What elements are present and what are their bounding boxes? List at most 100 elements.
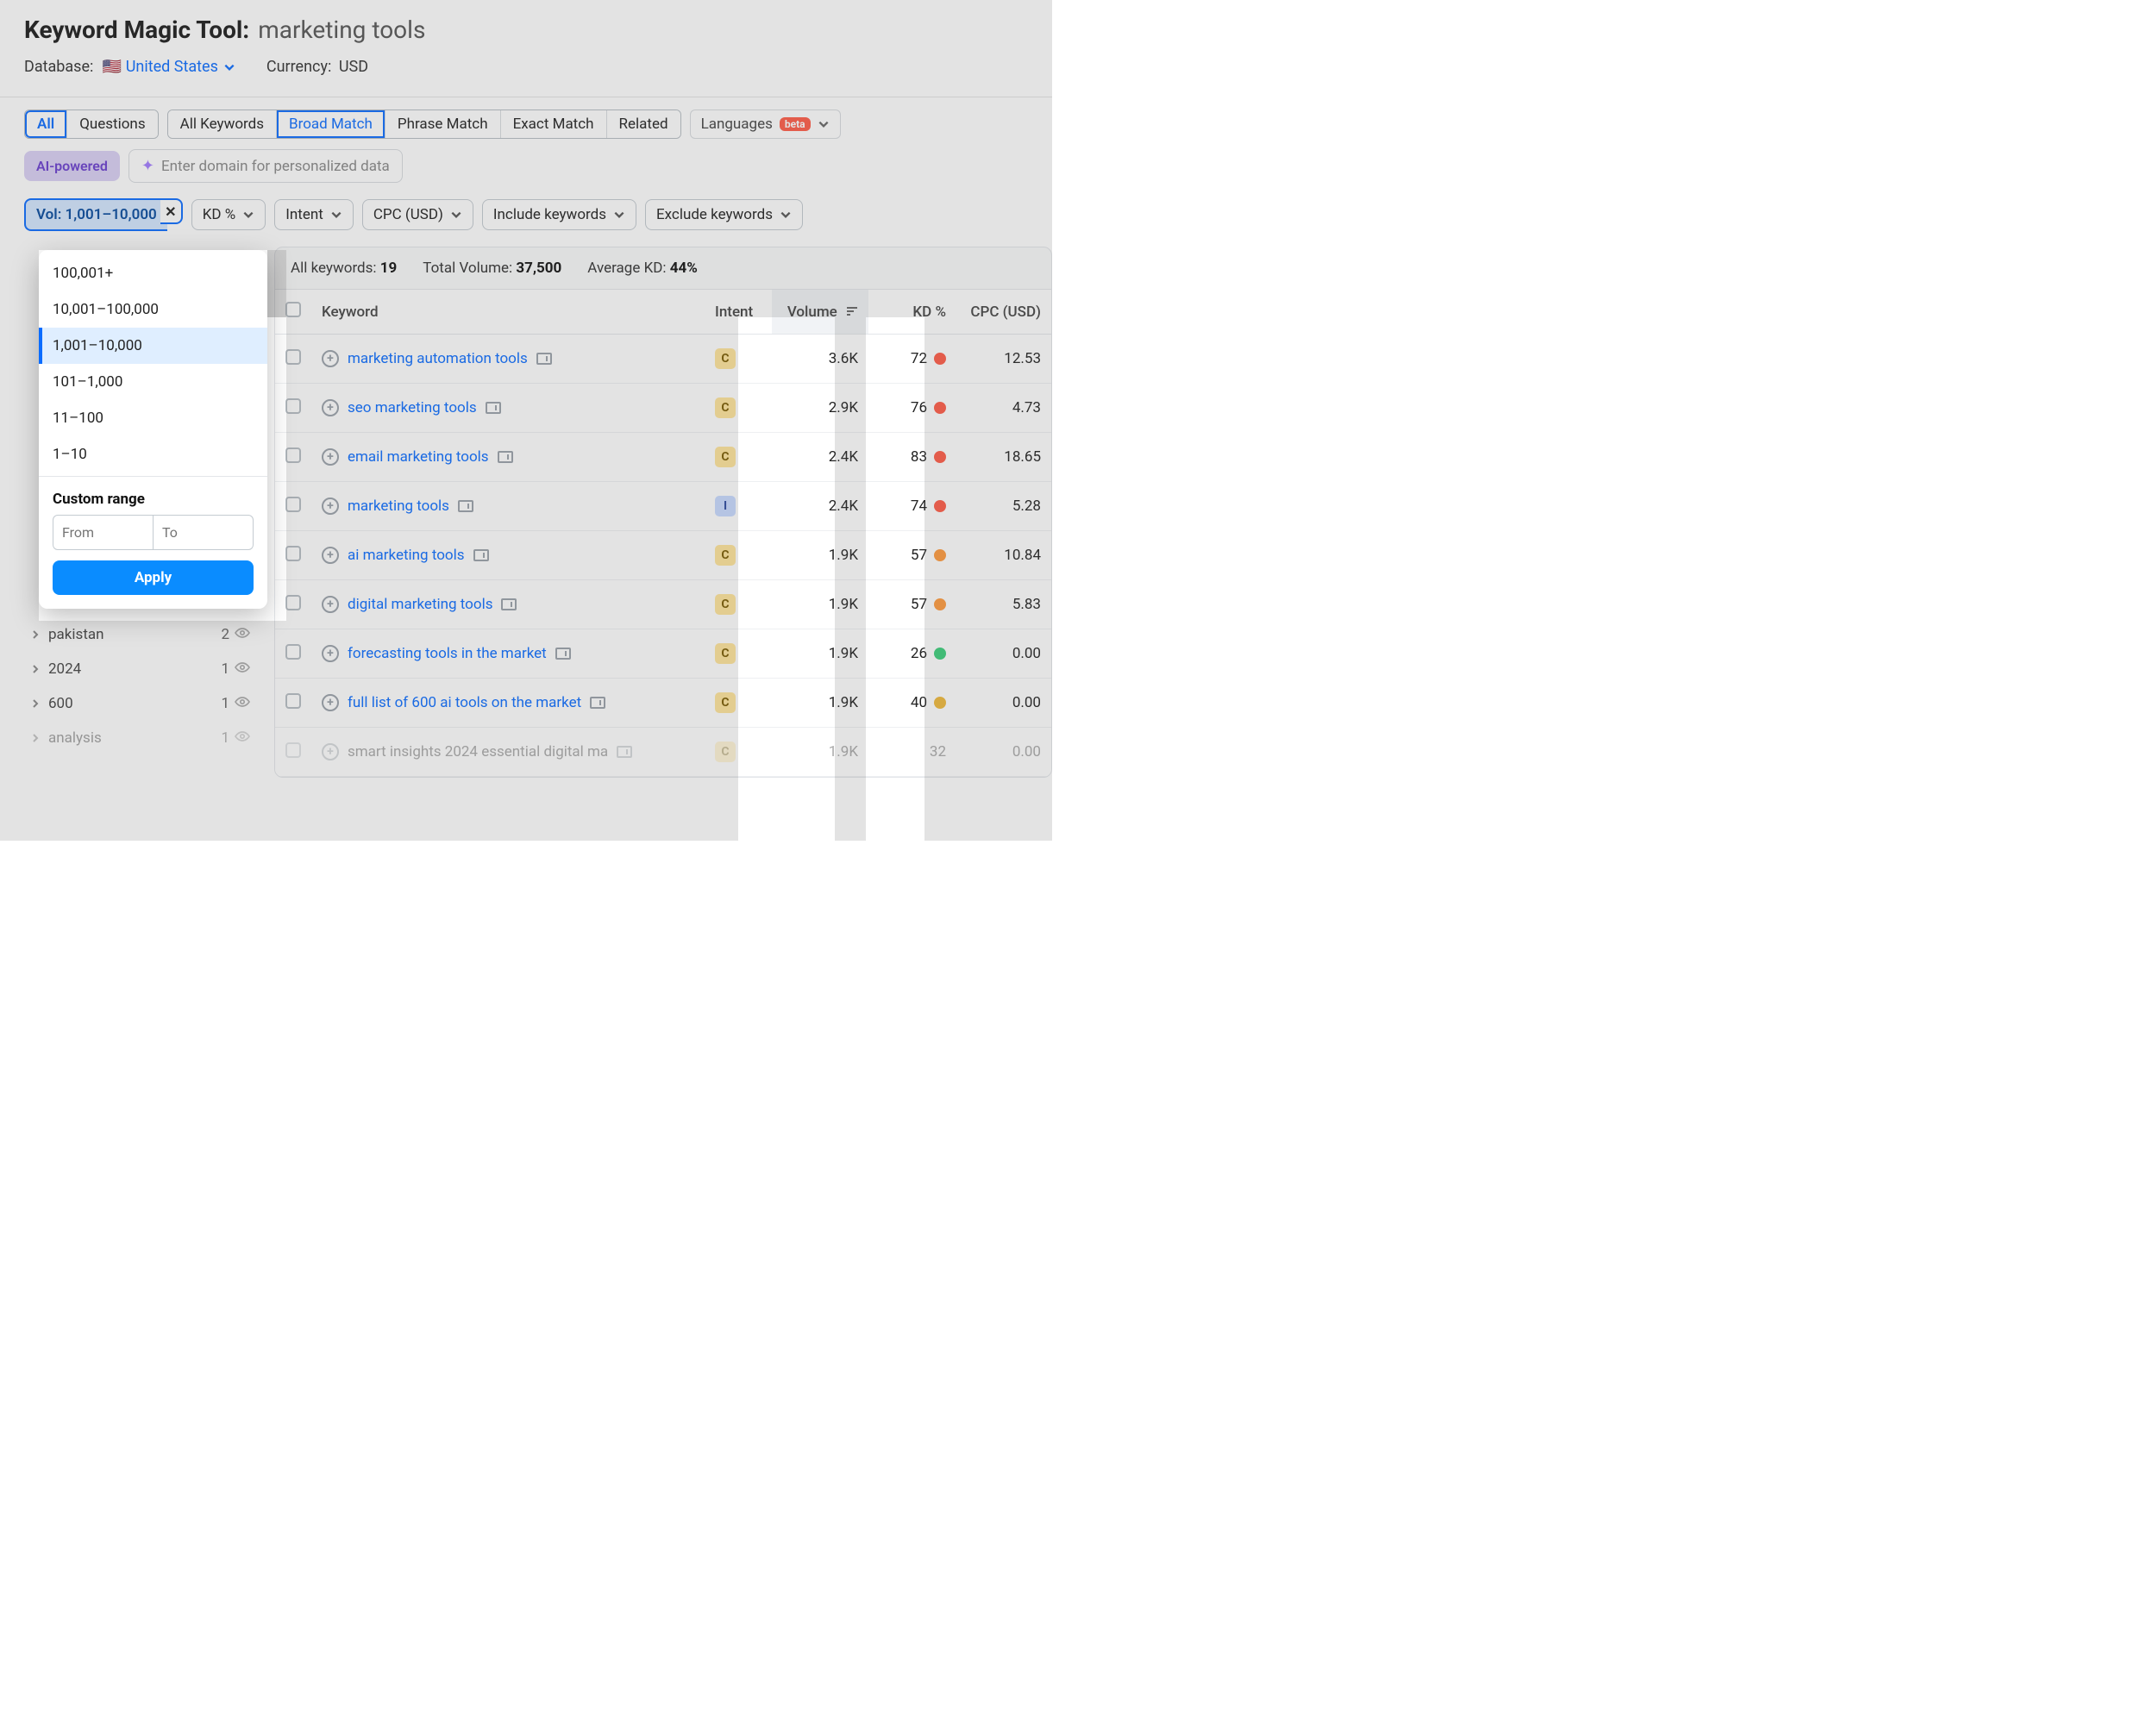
row-checkbox[interactable] [285,693,301,709]
volume-value: 1.9K [772,679,868,728]
exclude-keywords-filter[interactable]: Exclude keywords [645,199,803,230]
kd-filter[interactable]: KD % [191,199,266,230]
eye-icon[interactable] [235,729,250,747]
tab-related[interactable]: Related [607,110,680,138]
volume-option[interactable]: 1–10 [39,436,267,472]
volume-filter[interactable]: Vol: 1,001–10,000 [24,198,167,231]
include-keywords-filter[interactable]: Include keywords [482,199,636,230]
volume-option[interactable]: 11–100 [39,400,267,436]
volume-option[interactable]: 1,001–10,000 [39,328,267,364]
languages-dropdown[interactable]: Languages beta [690,110,841,139]
sidebar-item[interactable]: 2024 1 [24,652,257,686]
sidebar-item[interactable]: analysis 1 [24,721,257,755]
eye-icon[interactable] [235,695,250,712]
row-checkbox[interactable] [285,398,301,414]
domain-placeholder: Enter domain for personalized data [161,158,390,175]
row-checkbox[interactable] [285,497,301,512]
sidebar-item[interactable]: pakistan 2 [24,617,257,652]
add-keyword-icon[interactable]: + [322,596,339,613]
tab-all-keywords[interactable]: All Keywords [168,110,277,138]
serp-icon[interactable] [536,353,552,365]
volume-value: 2.9K [772,384,868,433]
intent-badge: C [715,643,736,664]
col-kd[interactable]: KD % [868,290,956,335]
serp-icon[interactable] [555,648,571,660]
table-row: + seo marketing tools C 2.9K 76 4.73 [275,384,1051,433]
serp-icon[interactable] [473,549,489,561]
serp-icon[interactable] [486,402,501,414]
table-row: + marketing automation tools C 3.6K 72 1… [275,335,1051,384]
add-keyword-icon[interactable]: + [322,645,339,662]
keyword-link[interactable]: marketing automation tools [348,350,528,367]
serp-icon[interactable] [590,697,605,709]
keyword-link[interactable]: digital marketing tools [348,596,492,613]
keyword-link[interactable]: ai marketing tools [348,547,465,564]
add-keyword-icon[interactable]: + [322,448,339,466]
sidebar-item[interactable]: 600 1 [24,686,257,721]
keywords-table: Keyword Intent Volume KD % CPC (USD) + [275,290,1051,777]
summary-vol-value: 37,500 [516,260,561,277]
add-keyword-icon[interactable]: + [322,743,339,760]
add-keyword-icon[interactable]: + [322,350,339,367]
table-row: + smart insights 2024 essential digital … [275,728,1051,777]
volume-option[interactable]: 100,001+ [39,255,267,291]
keyword-link[interactable]: smart insights 2024 essential digital ma [348,743,608,760]
volume-option[interactable]: 101–1,000 [39,364,267,400]
kd-value: 40 [911,694,927,711]
chevron-down-icon [330,209,342,221]
volume-value: 1.9K [772,629,868,679]
tab-broad-match[interactable]: Broad Match [277,110,385,138]
eye-icon[interactable] [235,626,250,643]
volume-value: 1.9K [772,531,868,580]
serp-icon[interactable] [617,746,632,758]
col-volume[interactable]: Volume [772,290,868,335]
tab-questions[interactable]: Questions [67,110,157,138]
tab-all[interactable]: All [25,110,67,138]
row-checkbox[interactable] [285,447,301,463]
add-keyword-icon[interactable]: + [322,694,339,711]
table-row: + forecasting tools in the market C 1.9K… [275,629,1051,679]
summary-all-label: All keywords: [291,260,377,277]
select-all-checkbox[interactable] [285,302,301,317]
serp-icon[interactable] [458,500,473,512]
intent-filter[interactable]: Intent [274,199,354,230]
apply-button[interactable]: Apply [53,560,254,595]
keyword-link[interactable]: email marketing tools [348,448,489,466]
keyword-link[interactable]: marketing tools [348,498,449,515]
chevron-down-icon [223,61,235,73]
serp-icon[interactable] [501,598,517,610]
keyword-link[interactable]: full list of 600 ai tools on the market [348,694,581,711]
keyword-link[interactable]: seo marketing tools [348,399,477,416]
kd-value: 72 [911,350,927,367]
add-keyword-icon[interactable]: + [322,547,339,564]
col-cpc[interactable]: CPC (USD) [956,290,1051,335]
tab-exact-match[interactable]: Exact Match [501,110,607,138]
domain-input[interactable]: ✦ Enter domain for personalized data [128,149,403,183]
tab-phrase-match[interactable]: Phrase Match [385,110,501,138]
row-checkbox[interactable] [285,644,301,660]
database-selector[interactable]: Database: 🇺🇸 United States [24,58,235,76]
row-checkbox[interactable] [285,595,301,610]
kd-difficulty-dot [934,598,946,610]
clear-volume-filter[interactable]: ✕ [160,198,183,224]
sidebar-item-count: 1 [221,695,229,712]
serp-icon[interactable] [498,451,513,463]
custom-range-to[interactable] [154,515,254,550]
volume-value: 3.6K [772,335,868,384]
col-intent[interactable]: Intent [705,290,772,335]
col-keyword[interactable]: Keyword [311,290,705,335]
intent-badge: C [715,348,736,369]
row-checkbox[interactable] [285,349,301,365]
add-keyword-icon[interactable]: + [322,399,339,416]
kd-value: 74 [911,498,927,515]
results-panel: All keywords: 19 Total Volume: 37,500 Av… [274,247,1052,778]
eye-icon[interactable] [235,660,250,678]
row-checkbox[interactable] [285,742,301,758]
cpc-filter[interactable]: CPC (USD) [362,199,473,230]
add-keyword-icon[interactable]: + [322,498,339,515]
row-checkbox[interactable] [285,546,301,561]
custom-range-from[interactable] [53,515,154,550]
keyword-link[interactable]: forecasting tools in the market [348,645,547,662]
volume-option[interactable]: 10,001–100,000 [39,291,267,328]
chevron-right-icon [31,734,40,742]
